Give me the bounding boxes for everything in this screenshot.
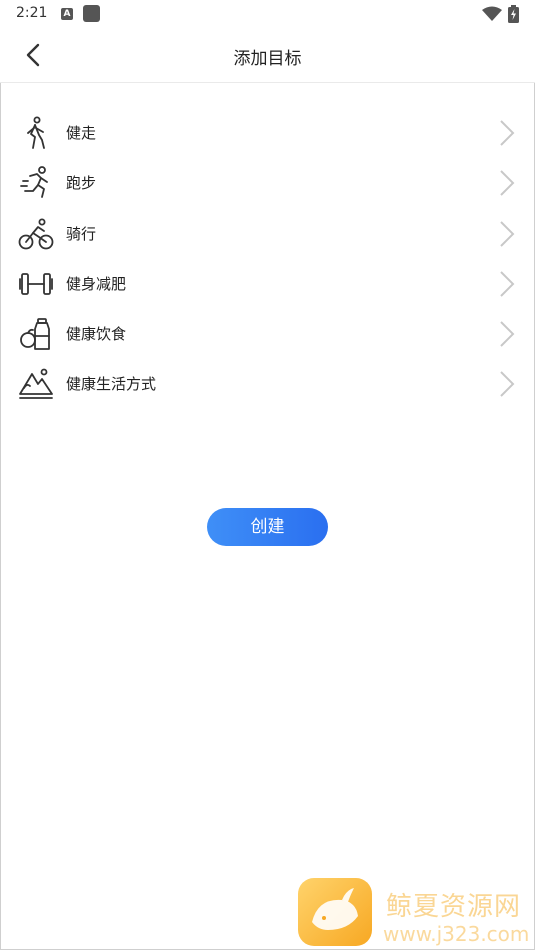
goal-item-diet[interactable]: 健康饮食: [0, 308, 535, 358]
lifestyle-icon: [19, 369, 53, 400]
chevron-right-icon: [500, 271, 515, 297]
page-title: 添加目标: [233, 49, 302, 69]
whale-icon: [312, 888, 358, 930]
cycling-icon: [18, 218, 54, 249]
watermark-logo: [298, 878, 372, 946]
walking-icon: [27, 116, 45, 149]
goal-label: 跑步: [66, 174, 97, 193]
goal-label: 健康饮食: [66, 325, 127, 344]
wifi-icon: [482, 6, 502, 21]
chevron-right-icon: [500, 220, 515, 247]
chevron-right-icon: [500, 170, 515, 197]
status-bar: 2:21 A: [0, 0, 535, 28]
goal-item-cycling[interactable]: 骑行: [0, 208, 535, 258]
status-time: 2:21: [16, 5, 48, 21]
goal-label: 骑行: [66, 224, 97, 243]
goal-label: 健康生活方式: [66, 375, 157, 394]
watermark-text: 鲸夏资源网: [386, 892, 522, 922]
chevron-right-icon: [500, 120, 515, 146]
goal-label: 健走: [66, 124, 97, 142]
keyboard-a-icon: A: [61, 8, 73, 20]
goal-item-fitness[interactable]: 健身减肥: [0, 258, 535, 308]
dumbbell-icon: [19, 272, 53, 295]
chevron-right-icon: [500, 321, 515, 347]
goal-item-lifestyle[interactable]: 健康生活方式: [0, 358, 535, 408]
goal-item-walking[interactable]: 健走: [0, 107, 535, 157]
running-icon: [20, 166, 48, 199]
create-button[interactable]: 创建: [207, 508, 328, 546]
goal-item-running[interactable]: 跑步: [0, 157, 535, 207]
chevron-right-icon: [500, 371, 515, 398]
notification-square-icon: [83, 5, 100, 22]
battery-icon: [508, 5, 519, 23]
goal-label: 健身减肥: [66, 274, 127, 293]
header: 添加目标: [0, 28, 535, 83]
goal-list: 健走 跑步 骑行 健身减肥 健康饮食 健康生活方式: [0, 107, 535, 409]
healthy-food-icon: [20, 318, 50, 351]
watermark-url: www.j323.com: [383, 922, 530, 946]
